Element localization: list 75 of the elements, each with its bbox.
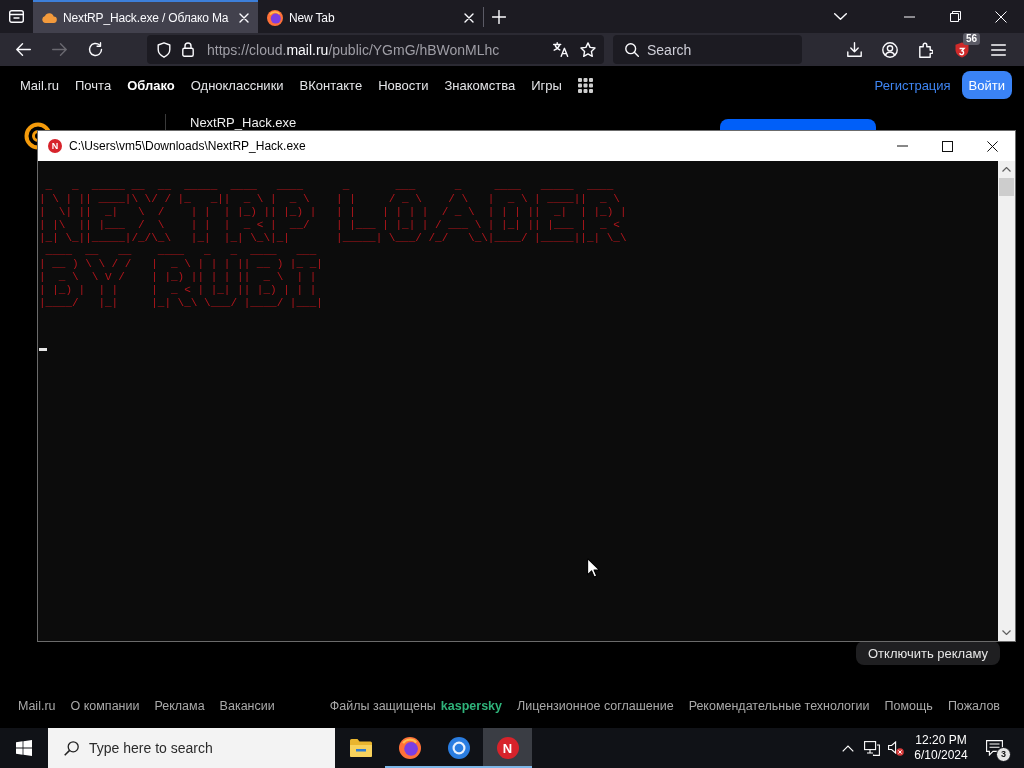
address-bar[interactable]: https://cloud.mail.ru/public/YGmG/hBWonMLhc — [147, 35, 604, 64]
cloud-favicon-icon — [42, 12, 57, 23]
chevron-down-icon[interactable] — [833, 13, 847, 20]
network-icon[interactable] — [864, 740, 880, 756]
browser-logo-icon — [267, 9, 283, 26]
back-icon[interactable] — [15, 43, 31, 56]
search-icon — [625, 42, 639, 57]
footer-link[interactable]: Рекомендательные технологии — [688, 699, 870, 713]
portal-link[interactable]: Игры — [531, 77, 562, 93]
footer-link[interactable]: Вакансии — [219, 699, 275, 713]
ring-app-icon — [447, 737, 470, 759]
footer-link[interactable]: Mail.ru — [18, 699, 56, 713]
taskbar-app[interactable]: N — [483, 728, 532, 768]
mouse-pointer-icon — [587, 558, 600, 578]
account-icon[interactable] — [882, 41, 898, 58]
portal-link[interactable]: Почта — [75, 77, 112, 93]
footer-link[interactable]: Реклама — [154, 699, 205, 713]
browser-tab[interactable]: New Tab — [258, 0, 483, 33]
login-button[interactable]: Войти — [961, 71, 1012, 99]
footer-link[interactable]: О компании — [70, 699, 140, 713]
browser-logo-icon — [398, 737, 421, 759]
volume-muted-icon[interactable] — [888, 740, 904, 756]
console-app-logo: N — [48, 139, 62, 153]
apps-grid-icon[interactable] — [577, 77, 593, 93]
search-icon — [64, 740, 79, 756]
portal-link[interactable]: Облако — [127, 77, 175, 93]
browser-tab[interactable]: NextRP_Hack.exe / Облако Ma — [33, 0, 258, 33]
menu-icon[interactable] — [990, 43, 1006, 56]
ascii-art-title: _ _ _____ __ __ _____ ____ ____ _ ___ _ ____ _____ ____ | \ | || ____|\ \/ / |_ _|| _ \ | _ \ | | / _ \ / \ | _ \ | ____|| _ \ | \| || _| \ / | | | |_) || |_) | | | | | | | / _ \ | | | || _| | |_) | | |\ || |___ / \ | | | _ < | __/ | |___ | |_| | / ___ \ | |_| || |___ | _ < |_| \_||_____|/_/\_\ |_| |_| \_\|_| |_____| \___/ /_/ \_\|____/ |_____||_| \_\ ____ __ __ ____ _ _ ____ ___ | __ ) \ \ / / | _ \ | | | || __ ) |_ _| | _ \ \ V / | |_) || | | || _ \ | | | |_) | | | | _ < | |_| || |_) | | | |____/ |_| |_| \_\ \___/ |____/ |___| — [39, 180, 627, 310]
chevron-up-icon[interactable] — [842, 744, 854, 752]
new-tab-icon[interactable] — [492, 9, 506, 24]
reload-icon[interactable] — [87, 42, 103, 57]
portal-link[interactable]: Новости — [378, 77, 429, 93]
shield-icon[interactable] — [157, 41, 171, 58]
folder-icon — [349, 739, 372, 757]
portal-link[interactable]: Одноклассники — [190, 77, 284, 93]
register-link[interactable]: Регистрация — [874, 77, 951, 93]
lock-icon[interactable] — [182, 42, 194, 57]
scrollbar[interactable] — [998, 161, 1015, 641]
window-title: C:\Users\vm5\Downloads\NextRP_Hack.exe — [69, 139, 306, 153]
protection-label: Файлы защищены — [329, 699, 436, 713]
clock[interactable]: 12:20 PM 6/10/2024 — [910, 728, 972, 768]
close-tab-icon[interactable] — [464, 12, 474, 23]
footer-link[interactable]: Лицензионное соглашение — [517, 699, 674, 713]
restore-icon[interactable] — [949, 11, 961, 22]
scrollbar-thumb[interactable] — [999, 178, 1014, 196]
taskbar-search-field[interactable]: Type here to search — [48, 728, 335, 768]
notification-count: 3 — [996, 747, 1011, 762]
security-brand-logo[interactable]: kaspersky — [440, 699, 502, 713]
clock-time: 12:20 PM — [915, 733, 967, 748]
file-name: NextRP_Hack.exe — [190, 115, 297, 130]
text-cursor — [39, 348, 47, 351]
portal-link[interactable]: Знакомства — [444, 77, 516, 93]
console-app-logo: N — [496, 737, 519, 759]
portal-link[interactable]: Mail.ru — [20, 77, 59, 93]
shield-extension-icon[interactable] — [955, 41, 969, 58]
close-tab-icon[interactable] — [239, 12, 249, 23]
clock-date: 6/10/2024 — [914, 748, 968, 763]
notification-icon[interactable] — [985, 740, 1003, 756]
footer-link[interactable]: Помощь — [884, 699, 933, 713]
disable-ads-button[interactable]: Отключить рекламу — [856, 641, 1000, 665]
url-text[interactable]: https://cloud.mail.ru/public/YGmG/hBWonMLhc — [207, 41, 500, 58]
portal-link[interactable]: ВКонтакте — [299, 77, 363, 93]
bookmark-star-icon[interactable] — [580, 41, 596, 58]
list-tabs-icon[interactable] — [9, 10, 24, 23]
footer-link[interactable]: Пожалов — [947, 699, 1000, 713]
scroll-up-icon[interactable] — [1002, 167, 1011, 172]
scroll-down-icon[interactable] — [1002, 630, 1011, 635]
download-icon[interactable] — [846, 42, 862, 57]
search-field[interactable]: Search — [613, 35, 802, 64]
close-icon[interactable] — [987, 140, 998, 152]
start-windows-icon[interactable] — [16, 740, 32, 756]
translate-icon[interactable] — [553, 42, 569, 57]
puzzle-piece-icon[interactable] — [919, 41, 933, 58]
maximize-icon[interactable] — [942, 140, 953, 152]
